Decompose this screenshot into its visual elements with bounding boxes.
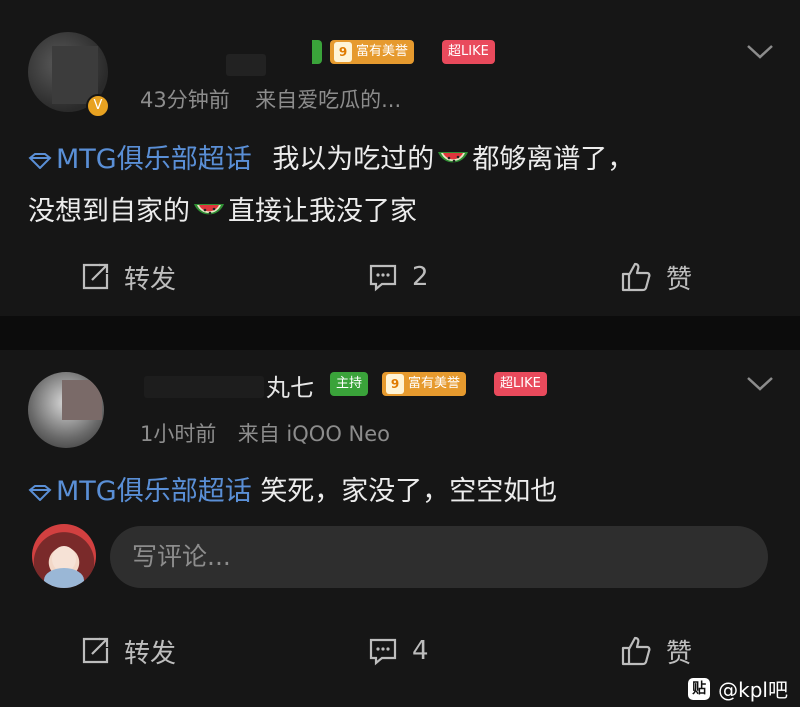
fame-label: 富有美誉 <box>356 44 409 59</box>
thumbs-up-icon <box>621 636 651 666</box>
repost-label: 转发 <box>124 638 177 669</box>
comment-count: 2 <box>412 262 429 292</box>
watermark-text: @kpl吧 <box>718 678 788 702</box>
diamond-icon <box>28 152 52 169</box>
post-separator <box>0 316 800 350</box>
comment-icon <box>369 638 397 666</box>
repost-label: 转发 <box>124 264 177 295</box>
diamond-icon <box>28 484 52 501</box>
repost-button[interactable]: 转发 <box>80 252 176 302</box>
comment-button[interactable]: 4 <box>368 626 429 676</box>
post-source: 来自 iQOO Neo <box>237 422 390 446</box>
username-redacted <box>144 376 264 398</box>
verified-icon: V <box>86 94 110 118</box>
post-time: 43分钟前 <box>140 88 230 112</box>
post-source: 来自爱吃瓜的... <box>255 88 402 112</box>
like-label: 赞 <box>666 264 693 295</box>
comment-count: 4 <box>412 636 429 666</box>
post-text-part: 都够离谱了， <box>472 144 635 175</box>
topic-link[interactable]: MTG俱乐部超话 <box>28 144 260 175</box>
post-card-2: 丸七 主持 9 富有美誉 超LIKE 1小时前 来自 iQOO Neo MTG俱… <box>0 350 800 707</box>
like-label: 赞 <box>666 638 693 669</box>
thumbs-up-icon <box>621 262 651 292</box>
fame-label: 富有美誉 <box>408 376 461 391</box>
watermelon-icon <box>438 151 469 162</box>
share-icon <box>82 263 109 290</box>
user-avatar[interactable] <box>28 372 104 448</box>
post-text-part: 笑死，家没了，空空如也 <box>260 476 558 507</box>
share-icon <box>82 637 109 664</box>
comment-icon <box>369 264 397 292</box>
fame-badge[interactable]: 9 富有美誉 <box>382 372 467 396</box>
super-like-badge[interactable]: 超LIKE <box>494 372 547 396</box>
post-text-part: 直接让我没了家 <box>228 196 417 227</box>
fame-level: 9 <box>386 374 404 394</box>
post-text: MTG俱乐部超话 我以为吃过的 都够离谱了， 没想到自家的 直接让我没了家 <box>28 134 634 238</box>
comment-input[interactable]: 写评论... <box>110 526 768 588</box>
tieba-logo-icon: 贴 <box>688 677 711 700</box>
repost-button[interactable]: 转发 <box>80 626 176 676</box>
post-text-part: 我以为吃过的 <box>272 144 435 175</box>
watermelon-icon <box>194 203 224 214</box>
action-bar: 转发 2 赞 <box>0 252 800 302</box>
super-like-badge[interactable]: 超LIKE <box>442 40 495 64</box>
post-text-part: 没想到自家的 <box>28 196 190 227</box>
my-avatar[interactable] <box>32 524 96 588</box>
host-badge-partial <box>312 40 322 64</box>
post-time: 1小时前 <box>140 422 217 446</box>
chevron-down-icon[interactable] <box>744 42 776 62</box>
like-button[interactable]: 赞 <box>620 252 692 302</box>
post-meta: 43分钟前 来自爱吃瓜的... <box>140 84 401 114</box>
post-meta: 1小时前 来自 iQOO Neo <box>140 418 390 448</box>
post-text: MTG俱乐部超话 笑死，家没了，空空如也 <box>28 466 557 518</box>
host-badge[interactable]: 主持 <box>330 372 369 396</box>
action-bar: 转发 4 赞 <box>0 626 800 676</box>
topic-link[interactable]: MTG俱乐部超话 <box>28 476 260 507</box>
fame-level: 9 <box>334 42 352 62</box>
like-button[interactable]: 赞 <box>620 626 692 676</box>
watermark: 贴 @kpl吧 <box>688 674 788 703</box>
comment-button[interactable]: 2 <box>368 252 429 302</box>
username-redacted <box>226 54 266 76</box>
chevron-down-icon[interactable] <box>744 374 776 394</box>
username-tail[interactable]: 丸七 <box>266 368 314 403</box>
post-card-1: V 9 富有美誉 超LIKE 43分钟前 来自爱吃瓜的... MTG俱乐部超话 … <box>0 0 800 316</box>
fame-badge[interactable]: 9 富有美誉 <box>330 40 415 64</box>
